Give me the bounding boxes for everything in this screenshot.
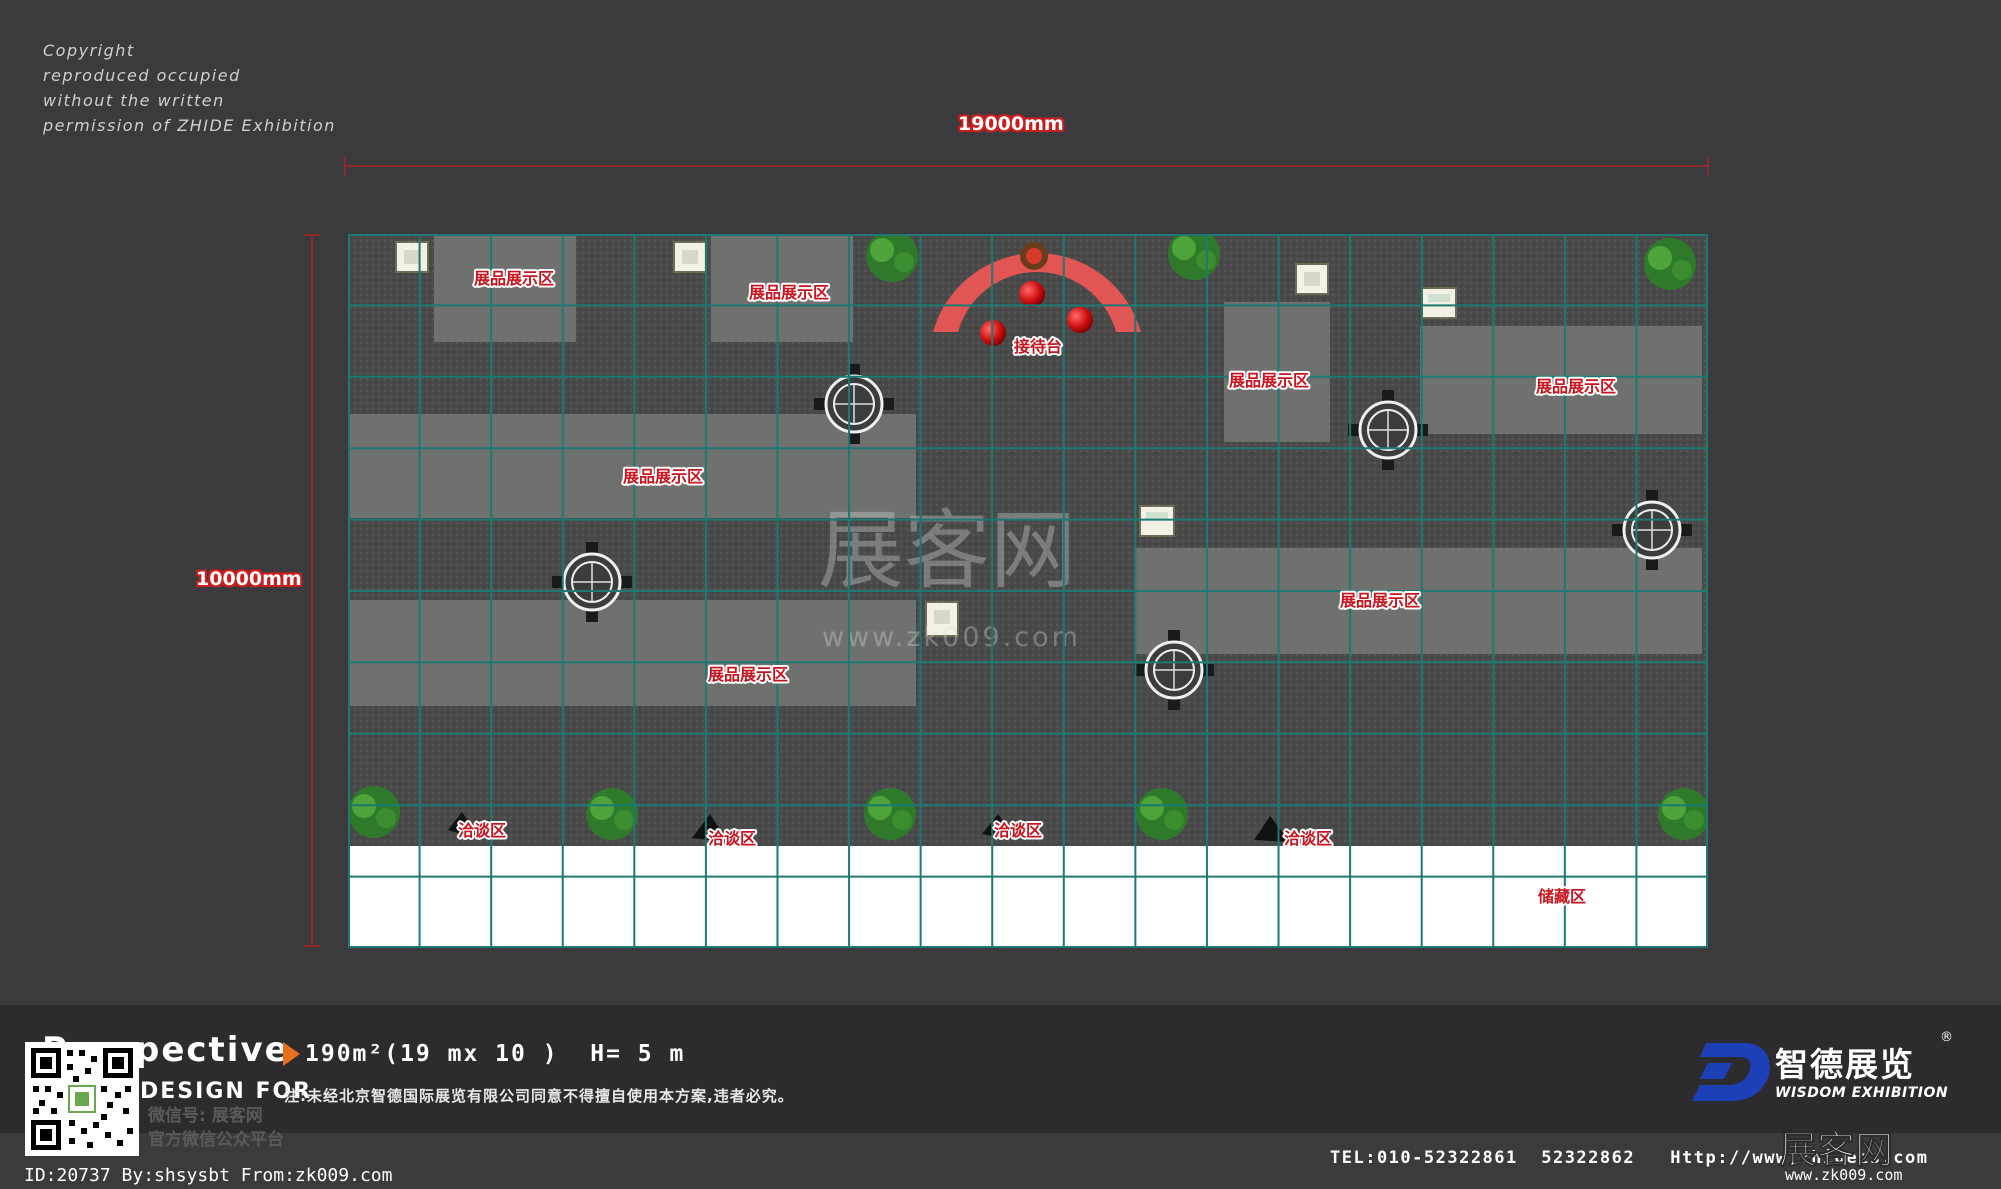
- wisdom-logo-icon: [1692, 1043, 1770, 1101]
- display-case: [1421, 287, 1457, 319]
- copyright-line: reproduced occupied: [43, 66, 241, 85]
- zone-label-storage: 储藏区: [1537, 887, 1586, 906]
- plant-icon: [586, 788, 638, 840]
- display-case: [1139, 505, 1175, 537]
- width-dimension-line: [344, 157, 1709, 175]
- display-platform: [348, 600, 916, 706]
- wechat-caption: 微信号: 展客网 官方微信公众平台: [148, 1104, 284, 1152]
- display-platform: [434, 234, 576, 342]
- plant-icon: [864, 788, 916, 840]
- zone-label-display: 展品展示区: [1340, 591, 1420, 610]
- wechat-platform: 官方微信公众平台: [148, 1130, 284, 1150]
- copyright-line: permission of ZHIDE Exhibition: [43, 116, 336, 135]
- zone-label-display: 展品展示区: [623, 467, 703, 486]
- plant-icon: [348, 786, 400, 838]
- flower-arrangement: [1026, 248, 1042, 264]
- copyright-notice-cn: 注:未经北京智德国际展览有限公司同意不得擅自使用本方案,违者必究。: [284, 1087, 794, 1105]
- id-line: ID:20737 By:shsysbt From:zk009.com: [24, 1165, 393, 1186]
- display-case: [673, 241, 707, 273]
- play-triangle-icon: [283, 1042, 300, 1066]
- plant-icon: [1658, 788, 1708, 840]
- zone-label-reception: 接待台: [1014, 337, 1062, 356]
- copyright-notice: Copyright reproduced occupied without th…: [43, 38, 336, 138]
- display-case: [1295, 263, 1329, 295]
- brand-name-cn: 智德展览: [1775, 1045, 1915, 1084]
- zone-label-negotiation: 洽谈区: [458, 821, 506, 840]
- zone-label-display: 展品展示区: [1229, 371, 1309, 390]
- zone-label-display: 展品展示区: [749, 283, 829, 302]
- display-case: [395, 241, 429, 273]
- zone-label-negotiation: 洽谈区: [994, 821, 1042, 840]
- floor-plan: 展客网 www.zk009.com 展品展示区 展品展示区 展品展示区 展品展示…: [348, 234, 1708, 948]
- plant-icon: [1644, 238, 1696, 290]
- height-dimension-label: 10000mm: [196, 568, 302, 590]
- width-dimension-label: 19000mm: [958, 113, 1064, 135]
- storage-area: [348, 846, 1708, 948]
- brand-name-en: WISDOM EXHIBITION: [1775, 1085, 1949, 1101]
- plant-icon: [1136, 788, 1188, 840]
- qr-code-icon: [25, 1042, 139, 1156]
- reception-stool: [1019, 281, 1045, 307]
- zone-label-display: 展品展示区: [474, 269, 554, 288]
- zone-label-display: 展品展示区: [708, 665, 788, 684]
- height-dimension-line: [303, 234, 321, 947]
- zone-label-display: 展品展示区: [1536, 377, 1616, 396]
- zone-label-negotiation: 洽谈区: [1284, 829, 1332, 848]
- copyright-line: without the written: [43, 91, 225, 110]
- registered-mark: ®: [1940, 1030, 1953, 1045]
- site-logo-url: www.zk009.com: [1785, 1166, 1902, 1183]
- booth-spec: 190m²(19 mx 10 ) H= 5 m: [305, 1041, 686, 1067]
- reception-stool: [1067, 307, 1093, 333]
- zk009-logo: 展客网 www.zk009.com: [1779, 1127, 1903, 1184]
- watermark-logo: 展客网: [818, 501, 1076, 601]
- wechat-id: 微信号: 展客网: [148, 1106, 263, 1126]
- watermark-url: www.zk009.com: [822, 622, 1081, 653]
- copyright-line: Copyright: [43, 41, 135, 60]
- zone-label-negotiation: 洽谈区: [708, 829, 756, 848]
